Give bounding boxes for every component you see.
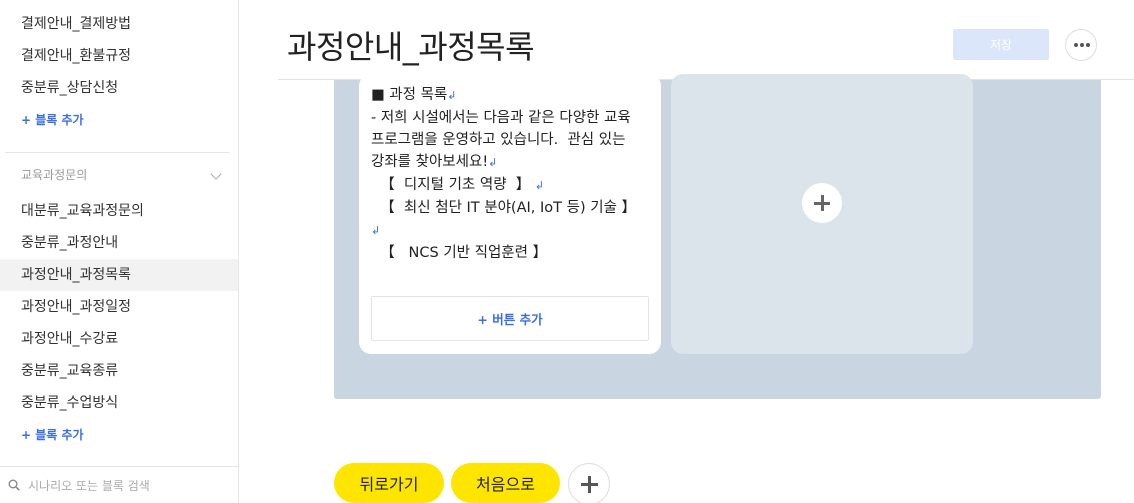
- add-block-button[interactable]: + 블록 추가: [21, 426, 84, 443]
- save-button[interactable]: 저장: [953, 29, 1049, 60]
- search-input[interactable]: [28, 475, 228, 497]
- return-icon: ↲: [447, 89, 457, 102]
- card-text[interactable]: ■ 과정 목록↲ - 저희 시설에서는 다음과 같은 다양한 교육 프로그램을 …: [371, 84, 651, 264]
- scenario-search-bar: [0, 466, 238, 503]
- more-dot-icon: [1086, 43, 1090, 47]
- sidebar-item-course-inquiry[interactable]: 대분류_교육과정문의: [0, 195, 238, 227]
- sidebar-item-course-schedule[interactable]: 과정안내_과정일정: [0, 291, 238, 323]
- back-quick-reply-button[interactable]: 뒤로가기: [334, 463, 444, 503]
- more-dot-icon: [1074, 43, 1078, 47]
- sidebar-item-consult-request[interactable]: 중분류_상담신청: [0, 72, 238, 104]
- page-title: 과정안내_과정목록: [287, 28, 535, 66]
- home-quick-reply-button[interactable]: 처음으로: [451, 463, 560, 503]
- return-icon: ↲: [488, 156, 498, 169]
- more-dot-icon: [1080, 43, 1084, 47]
- sidebar: 결제안내_결제방법 결제안내_환불규정 중분류_상담신청 + 블록 추가 교육과…: [0, 0, 239, 503]
- card-line: - 저희 시설에서는 다음과 같은 다양한 교육 프로그램을 운영하고 있습니다…: [371, 110, 636, 170]
- scenario-group-title[interactable]: 교육과정문의: [21, 166, 87, 183]
- add-button-button[interactable]: + 버튼 추가: [371, 296, 649, 341]
- chevron-down-icon[interactable]: [210, 168, 222, 180]
- sidebar-item-class-method[interactable]: 중분류_수업방식: [0, 387, 238, 419]
- return-icon: ↲: [534, 179, 545, 192]
- bot-response-canvas: ■ 과정 목록↲ - 저희 시설에서는 다음과 같은 다양한 교육 프로그램을 …: [334, 74, 1101, 399]
- empty-card-slot: [671, 74, 973, 354]
- sidebar-item-course-list[interactable]: 과정안내_과정목록: [0, 259, 238, 291]
- sidebar-item-payment-method[interactable]: 결제안내_결제방법: [0, 8, 238, 40]
- sidebar-item-education-type[interactable]: 중분류_교육종류: [0, 355, 238, 387]
- search-icon: [8, 479, 20, 491]
- add-card-plus-icon[interactable]: [802, 183, 842, 223]
- sidebar-divider: [5, 152, 230, 153]
- sidebar-item-course-guide[interactable]: 중분류_과정안내: [0, 227, 238, 259]
- sidebar-item-tuition[interactable]: 과정안내_수강료: [0, 323, 238, 355]
- text-card[interactable]: ■ 과정 목록↲ - 저희 시설에서는 다음과 같은 다양한 교육 프로그램을 …: [359, 74, 661, 354]
- more-options-button[interactable]: [1065, 29, 1097, 61]
- card-line: ■ 과정 목록: [371, 87, 448, 103]
- return-icon: ↲: [371, 224, 381, 237]
- add-quick-reply-plus-icon[interactable]: [568, 463, 610, 503]
- sidebar-item-refund-policy[interactable]: 결제안내_환불규정: [0, 40, 238, 72]
- add-block-button[interactable]: + 블록 추가: [21, 111, 84, 128]
- card-line: 【 최신 첨단 IT 분야(AI, IoT 등) 기술 】: [371, 200, 637, 216]
- card-line: 【 NCS 기반 직업훈련 】: [371, 245, 548, 261]
- card-line: 【 디지털 기초 역량 】: [371, 177, 531, 193]
